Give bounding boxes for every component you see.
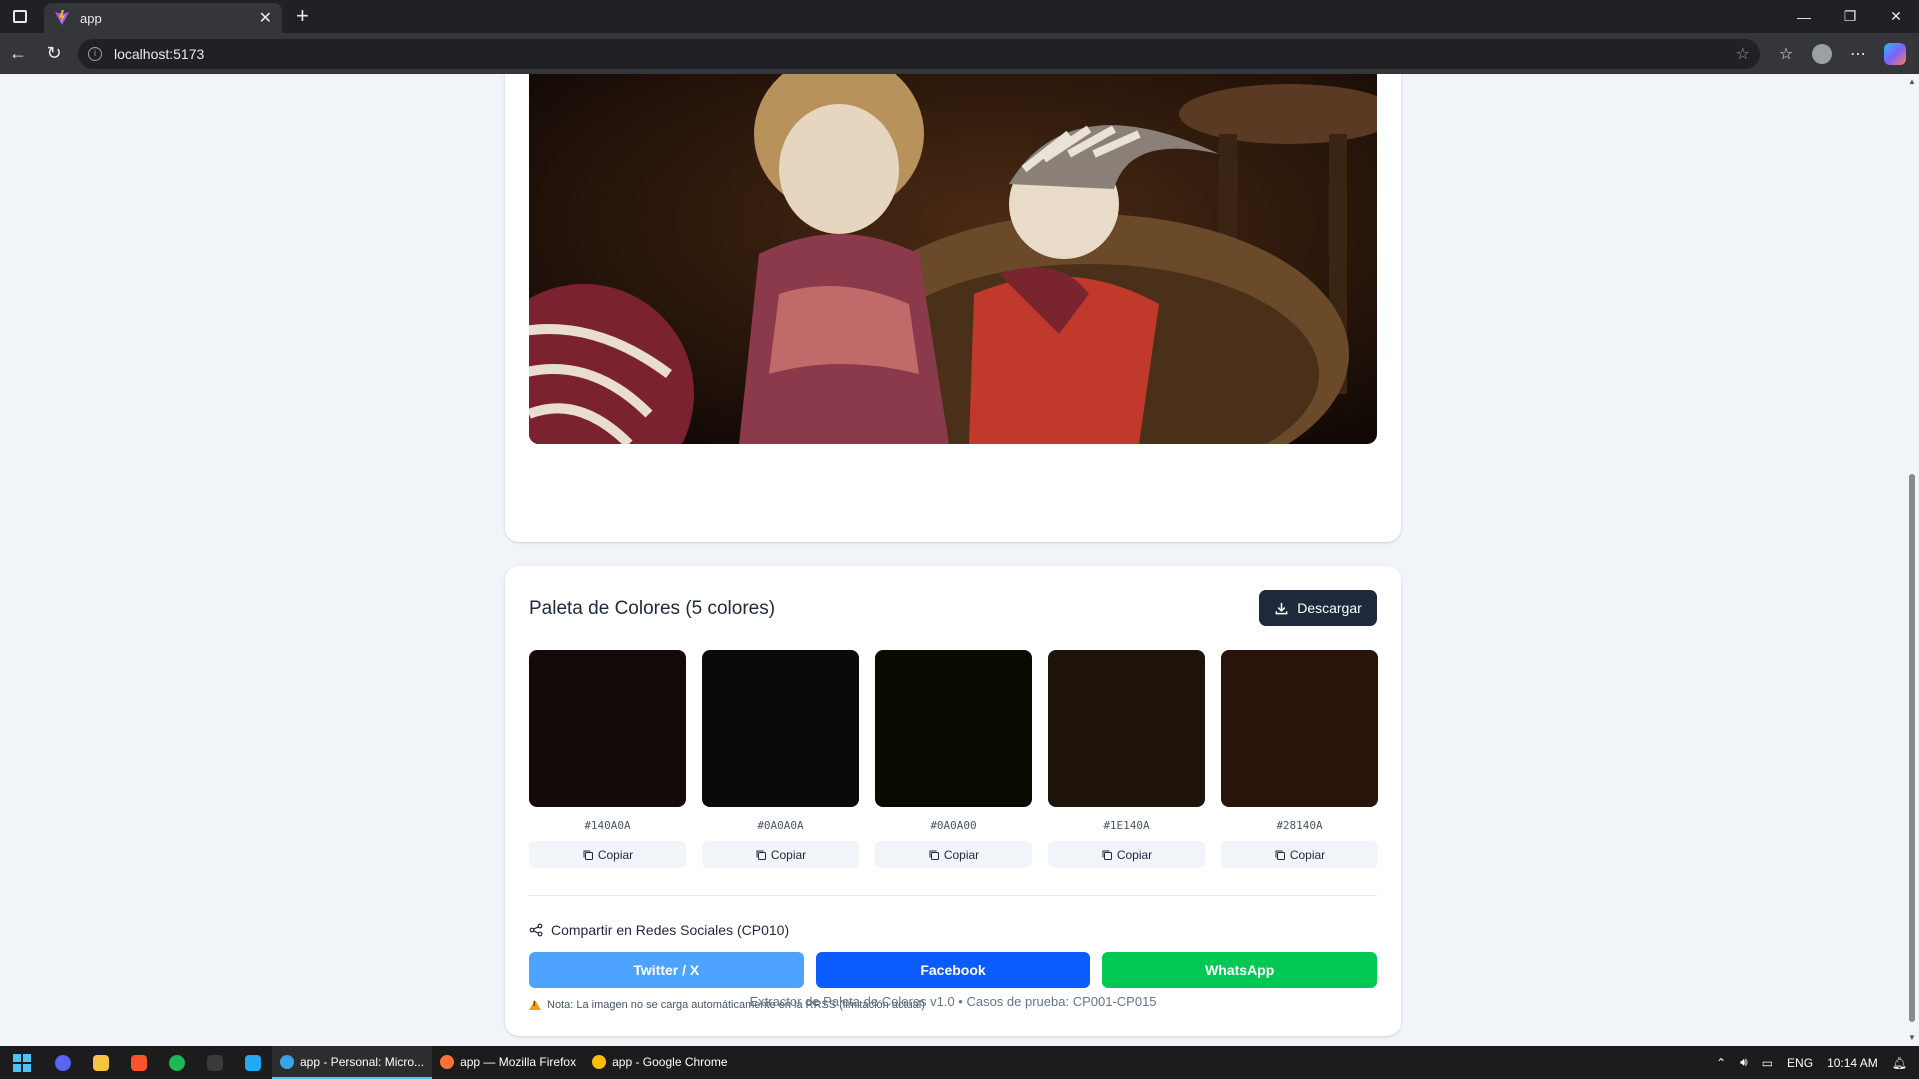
twitter-share-button[interactable]: Twitter / X (529, 952, 804, 988)
copy-icon (756, 850, 766, 860)
new-tab-icon[interactable]: + (296, 3, 309, 29)
download-button[interactable]: Descargar (1259, 590, 1377, 626)
share-buttons: Twitter / X Facebook WhatsApp (529, 952, 1378, 988)
taskbar-window-label: app - Personal: Micro... (300, 1054, 425, 1069)
address-toolbar: ← ↻ i localhost:5173 ☆ ☆ ⋯ (0, 33, 1919, 74)
taskbar-window-label: app - Google Chrome (612, 1054, 728, 1069)
color-swatch[interactable] (875, 650, 1032, 807)
copy-icon (583, 850, 593, 860)
whatsapp-share-button[interactable]: WhatsApp (1102, 952, 1378, 988)
color-hex: #0A0A00 (930, 819, 977, 832)
copilot-icon[interactable] (1884, 42, 1906, 65)
tab-title: app (80, 10, 102, 26)
palette-color: #1E140A Copiar (1048, 650, 1205, 868)
notification-bell-icon[interactable]: 🔔︎ (1892, 1056, 1907, 1070)
vscode-icon[interactable] (234, 1046, 272, 1079)
firefox-icon (440, 1054, 455, 1069)
copy-icon (929, 850, 939, 860)
palette-title: Paleta de Colores (5 colores) (529, 598, 776, 619)
color-swatch[interactable] (529, 650, 686, 807)
taskbar-window-edge[interactable]: app - Personal: Micro... (272, 1046, 433, 1079)
brave-icon[interactable] (120, 1046, 158, 1079)
color-hex: #0A0A0A (757, 819, 804, 832)
share-heading-text: Compartir en Redes Sociales (CP010) (551, 922, 790, 938)
copy-label: Copiar (1116, 847, 1153, 862)
taskbar-window-firefox[interactable]: app — Mozilla Firefox (432, 1046, 584, 1079)
scroll-up-icon[interactable]: ▲ (1908, 78, 1916, 86)
share-icon (529, 923, 543, 937)
favorite-star-icon[interactable]: ☆ (1736, 44, 1750, 64)
spotify-icon[interactable] (158, 1046, 196, 1079)
volume-icon[interactable]: 🔊︎ (1740, 1055, 1748, 1070)
browser-tab-strip: app ✕ + — ❐ ✕ (0, 0, 1919, 33)
favorites-icon[interactable]: ☆ (1768, 36, 1804, 72)
facebook-share-button[interactable]: Facebook (815, 952, 1091, 988)
tab-close-icon[interactable]: ✕ (259, 8, 272, 28)
swatch-grid: #140A0A Copiar #0A0A0A Copiar #0A0A00 Co… (529, 650, 1378, 868)
color-hex: #1E140A (1103, 819, 1150, 832)
page-footer: Extractor de Paleta de Colores v1.0 • Ca… (749, 994, 1157, 1009)
color-swatch[interactable] (1048, 650, 1205, 807)
browser-tab[interactable]: app ✕ (44, 3, 282, 33)
minimize-icon[interactable]: — (1781, 0, 1827, 33)
section-divider (529, 895, 1377, 896)
copy-label: Copiar (597, 847, 634, 862)
copy-button[interactable]: Copiar (1048, 841, 1205, 868)
copy-button[interactable]: Copiar (1221, 841, 1378, 868)
share-heading: Compartir en Redes Sociales (CP010) (529, 922, 789, 938)
restore-icon[interactable]: ❐ (1827, 0, 1873, 33)
copy-icon (1275, 850, 1285, 860)
close-window-icon[interactable]: ✕ (1873, 0, 1919, 33)
chrome-icon (592, 1054, 607, 1069)
profile-avatar-icon[interactable] (1812, 43, 1832, 64)
color-swatch[interactable] (1221, 650, 1378, 807)
palette-color: #28140A Copiar (1221, 650, 1378, 868)
page-scrollbar[interactable]: ▲ ▼ (1905, 74, 1919, 1046)
copy-label: Copiar (1289, 847, 1326, 862)
more-menu-icon[interactable]: ⋯ (1840, 36, 1876, 72)
color-hex: #140A0A (584, 819, 631, 832)
scroll-down-icon[interactable]: ▼ (1908, 1034, 1916, 1042)
copy-icon (1102, 850, 1112, 860)
uploaded-image (529, 74, 1377, 444)
tab-actions-icon[interactable] (0, 0, 40, 33)
start-icon[interactable] (0, 1046, 44, 1079)
back-icon[interactable]: ← (0, 36, 36, 72)
copy-button[interactable]: Copiar (875, 841, 1032, 868)
copy-button[interactable]: Copiar (702, 841, 859, 868)
palette-card: Paleta de Colores (5 colores) Descargar … (505, 566, 1401, 1036)
vite-favicon-icon (55, 10, 69, 25)
file-explorer-icon[interactable] (82, 1046, 120, 1079)
toolbar-right: ☆ ⋯ (1768, 36, 1906, 72)
discord-icon[interactable] (44, 1046, 82, 1079)
display-icon[interactable]: ▭ (1762, 1056, 1773, 1070)
color-hex: #28140A (1276, 819, 1323, 832)
window-controls: — ❐ ✕ (1781, 0, 1919, 33)
copy-label: Copiar (770, 847, 807, 862)
taskbar-window-label: app — Mozilla Firefox (460, 1054, 577, 1069)
url-text[interactable]: localhost:5173 (114, 46, 1736, 62)
tray-chevron-icon[interactable]: ⌃ (1716, 1056, 1726, 1070)
windows-taskbar: app - Personal: Micro... app — Mozilla F… (0, 1046, 1919, 1079)
download-icon (1275, 602, 1288, 614)
copy-label: Copiar (943, 847, 980, 862)
palette-color: #0A0A00 Copiar (875, 650, 1032, 868)
edge-icon (280, 1054, 294, 1069)
image-preview-card (505, 74, 1401, 542)
address-bar[interactable]: i localhost:5173 ☆ (78, 38, 1760, 69)
language-indicator[interactable]: ENG (1787, 1056, 1813, 1070)
color-swatch[interactable] (702, 650, 859, 807)
site-info-icon[interactable]: i (88, 46, 102, 61)
download-label: Descargar (1297, 600, 1362, 616)
palette-color: #140A0A Copiar (529, 650, 686, 868)
taskbar-window-chrome[interactable]: app - Google Chrome (584, 1046, 735, 1079)
scroll-thumb[interactable] (1909, 474, 1915, 1022)
system-tray: ⌃ 🔊︎ ▭ ENG 10:14 AM 🔔︎ (1716, 1046, 1919, 1079)
page-viewport: Paleta de Colores (5 colores) Descargar … (0, 74, 1905, 1046)
palette-color: #0A0A0A Copiar (702, 650, 859, 868)
clock[interactable]: 10:14 AM (1827, 1056, 1878, 1070)
reload-icon[interactable]: ↻ (36, 36, 72, 72)
epic-games-icon[interactable] (196, 1046, 234, 1079)
copy-button[interactable]: Copiar (529, 841, 686, 868)
